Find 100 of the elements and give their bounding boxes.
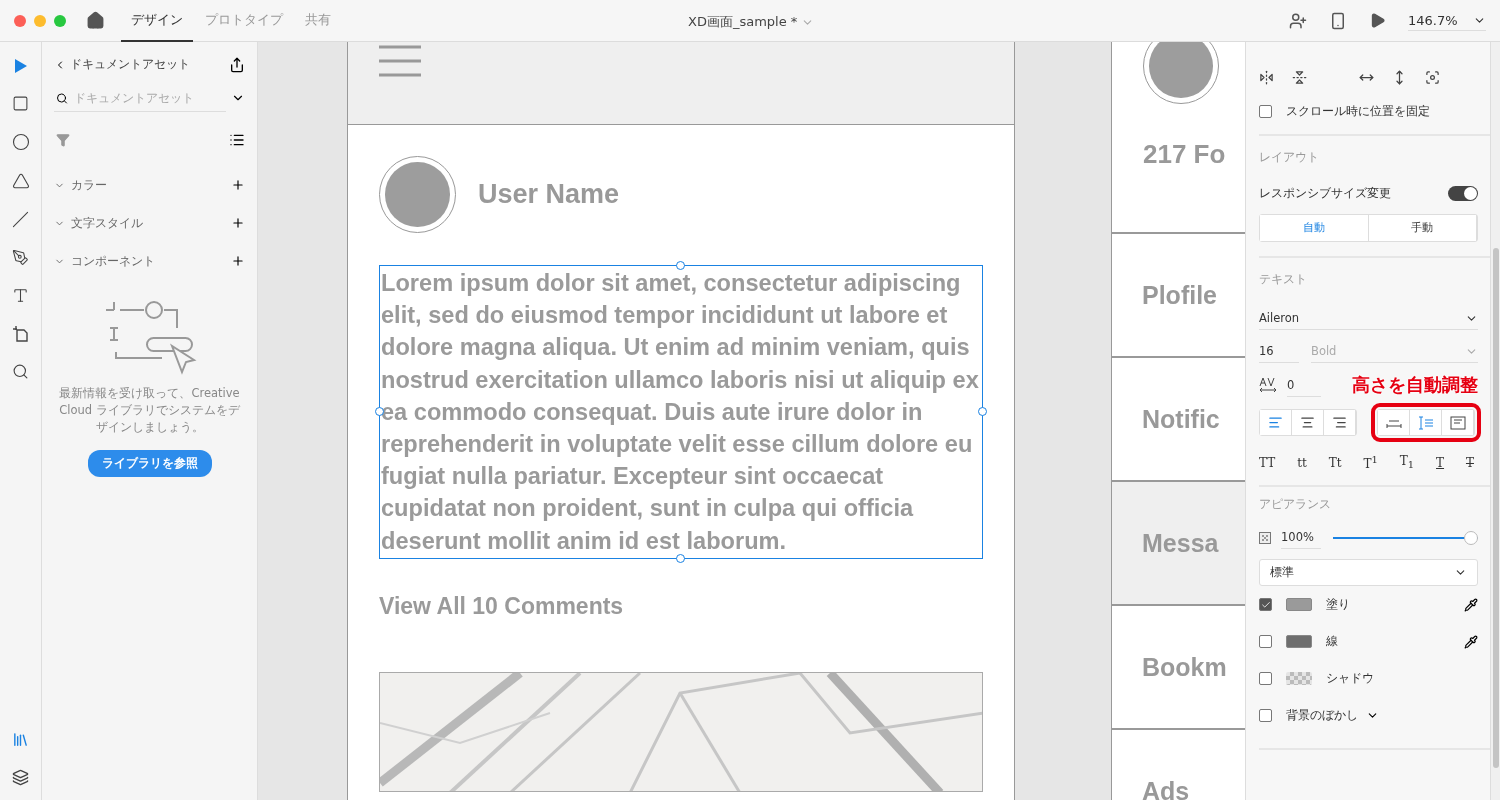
checkbox[interactable] xyxy=(1259,672,1272,685)
search-field[interactable]: ドキュメントアセット xyxy=(74,91,224,105)
flip-horizontal-icon[interactable] xyxy=(1259,70,1274,85)
text-style-button[interactable]: Tt xyxy=(1328,455,1342,470)
section-header[interactable]: コンポーネント xyxy=(54,252,231,270)
tool-button[interactable] xyxy=(11,133,30,151)
text-style-button[interactable]: tt xyxy=(1297,455,1307,470)
eyedropper-icon[interactable] xyxy=(1464,634,1478,649)
annotation-label: 高さを自動調整 xyxy=(1352,373,1478,397)
plus-icon[interactable] xyxy=(231,178,245,192)
appearance-label: シャドウ xyxy=(1326,670,1374,687)
tool-button[interactable] xyxy=(12,95,29,112)
auto-width-icon xyxy=(1385,417,1402,428)
document-title: XD画面_sample * xyxy=(688,13,798,31)
checkbox-label: スクロール時に位置を固定 xyxy=(1286,103,1430,120)
zoom-dropdown[interactable]: 146.7% xyxy=(1408,10,1486,31)
font-dropdown[interactable]: Aileron xyxy=(1259,307,1478,330)
align-left-icon xyxy=(1268,415,1283,430)
section-heading: アピアランス xyxy=(1259,497,1332,512)
text-style-button[interactable]: TT xyxy=(1259,455,1276,470)
list-view-icon[interactable] xyxy=(229,132,245,148)
text-sizing-button[interactable] xyxy=(1378,410,1410,435)
fit-icon[interactable] xyxy=(1425,70,1440,85)
tracking-field[interactable]: 0 xyxy=(1287,373,1321,397)
opacity-field[interactable]: 100% xyxy=(1281,526,1321,549)
selection-handle[interactable] xyxy=(676,261,685,270)
blend-mode-dropdown[interactable]: 標準 xyxy=(1259,559,1478,586)
eyedropper-icon[interactable] xyxy=(1464,597,1478,612)
close-button[interactable] xyxy=(14,14,26,27)
flip-vertical-icon[interactable] xyxy=(1292,70,1307,85)
checkbox[interactable] xyxy=(1259,635,1272,648)
font-size-field[interactable]: 16 xyxy=(1259,340,1299,363)
artboard-icon xyxy=(12,325,29,342)
color-swatch[interactable] xyxy=(1286,598,1312,611)
rectangle-icon xyxy=(12,95,29,112)
menu-label: Notific xyxy=(1142,404,1220,434)
plus-icon[interactable] xyxy=(231,254,245,268)
tool-button[interactable] xyxy=(12,211,29,228)
appearance-label: 線 xyxy=(1326,633,1338,650)
tool-button[interactable] xyxy=(11,172,30,190)
body-text: Lorem ipsum dolor sit amet, consectetur adipiscing elit, sed do eiusmod tempor incididunt ut labore et dolore magna aliqua. Ut enim ad minim veniam, quis nostrud exercitation ullamco laboris nisi ut aliquip ex ea commodo consequat. Duis aute irure dolor in reprehenderit in voluptate velit esse cillum dolore eu fugiat nulla pariatur. Excepteur sint occaecat cupidatat non proident, sunt in culpa qui officia deserunt mollit anim id est laborum. xyxy=(380,269,980,556)
text-style-button[interactable]: T xyxy=(1436,455,1445,470)
menu-icon xyxy=(379,45,421,77)
menu-label: Ads xyxy=(1142,776,1190,800)
appearance-label: 塗り xyxy=(1326,596,1350,613)
home-icon[interactable] xyxy=(86,11,105,30)
library-icon xyxy=(12,731,29,748)
fixed-size-icon xyxy=(1449,415,1466,430)
selection-handle[interactable] xyxy=(375,406,384,416)
auto-height-icon xyxy=(1417,415,1434,430)
layers-icon xyxy=(12,769,29,786)
scrollbar-thumb[interactable] xyxy=(1493,248,1499,768)
tool-button[interactable] xyxy=(12,249,29,266)
tool-button[interactable] xyxy=(12,287,29,304)
section-header[interactable]: カラー xyxy=(54,176,231,194)
text-style-button[interactable]: T$_{1}$ xyxy=(1399,454,1415,471)
section-heading: レイアウト xyxy=(1259,150,1320,165)
panel-button[interactable] xyxy=(12,769,29,786)
invite-user-icon[interactable] xyxy=(1289,11,1307,30)
play-icon[interactable] xyxy=(1369,12,1386,29)
ellipse-icon xyxy=(11,133,30,151)
menu-label: Messa xyxy=(1142,528,1219,558)
menu-label: Plofile xyxy=(1142,280,1217,310)
phone-icon[interactable] xyxy=(1329,11,1347,30)
library-message: 最新情報を受け取って、Creative Cloud ライブラリでシステムをデザインしましょう。 xyxy=(58,385,241,436)
checkbox[interactable] xyxy=(1259,598,1272,611)
user-name: User Name xyxy=(478,179,620,210)
section-heading: テキスト xyxy=(1259,272,1308,287)
align-right-icon xyxy=(1332,415,1347,430)
line-icon xyxy=(12,211,29,228)
tool-button[interactable] xyxy=(12,325,29,342)
shadow-swatch[interactable] xyxy=(1286,672,1312,685)
checkbox[interactable] xyxy=(1259,709,1272,722)
toggle-label: レスポンシブサイズ変更 xyxy=(1259,185,1391,202)
tool-button[interactable] xyxy=(12,363,29,380)
align-button[interactable] xyxy=(1260,410,1292,435)
section-header[interactable]: 文字スタイル xyxy=(54,214,231,232)
selection-handle[interactable] xyxy=(978,406,987,416)
menu-label: Bookm xyxy=(1142,652,1227,682)
checkbox[interactable] xyxy=(1259,105,1272,118)
text-style-button[interactable]: T xyxy=(1465,455,1474,470)
panel-title: ドキュメントアセット xyxy=(70,56,190,73)
opacity-icon xyxy=(1259,531,1271,544)
share-icon[interactable] xyxy=(229,56,245,73)
search-icon xyxy=(56,91,68,105)
plus-icon[interactable] xyxy=(231,216,245,230)
toggle-switch[interactable] xyxy=(1448,186,1478,201)
text-tool-icon xyxy=(12,287,29,304)
check-icon xyxy=(1260,599,1271,610)
color-swatch[interactable] xyxy=(1286,635,1312,648)
follower-count: 217 Fo xyxy=(1143,139,1227,170)
search-icon xyxy=(12,363,29,380)
mode-option[interactable]: 自動 xyxy=(1260,215,1369,241)
triangle-icon xyxy=(11,172,30,190)
filter-icon[interactable] xyxy=(56,133,70,147)
pointer-icon xyxy=(13,58,28,74)
text-style-button[interactable]: T$^{1}$ xyxy=(1363,454,1378,471)
selection-handle[interactable] xyxy=(676,553,685,563)
appearance-label: 背景のぼかし xyxy=(1286,707,1358,724)
tracking-icon xyxy=(1259,377,1277,393)
